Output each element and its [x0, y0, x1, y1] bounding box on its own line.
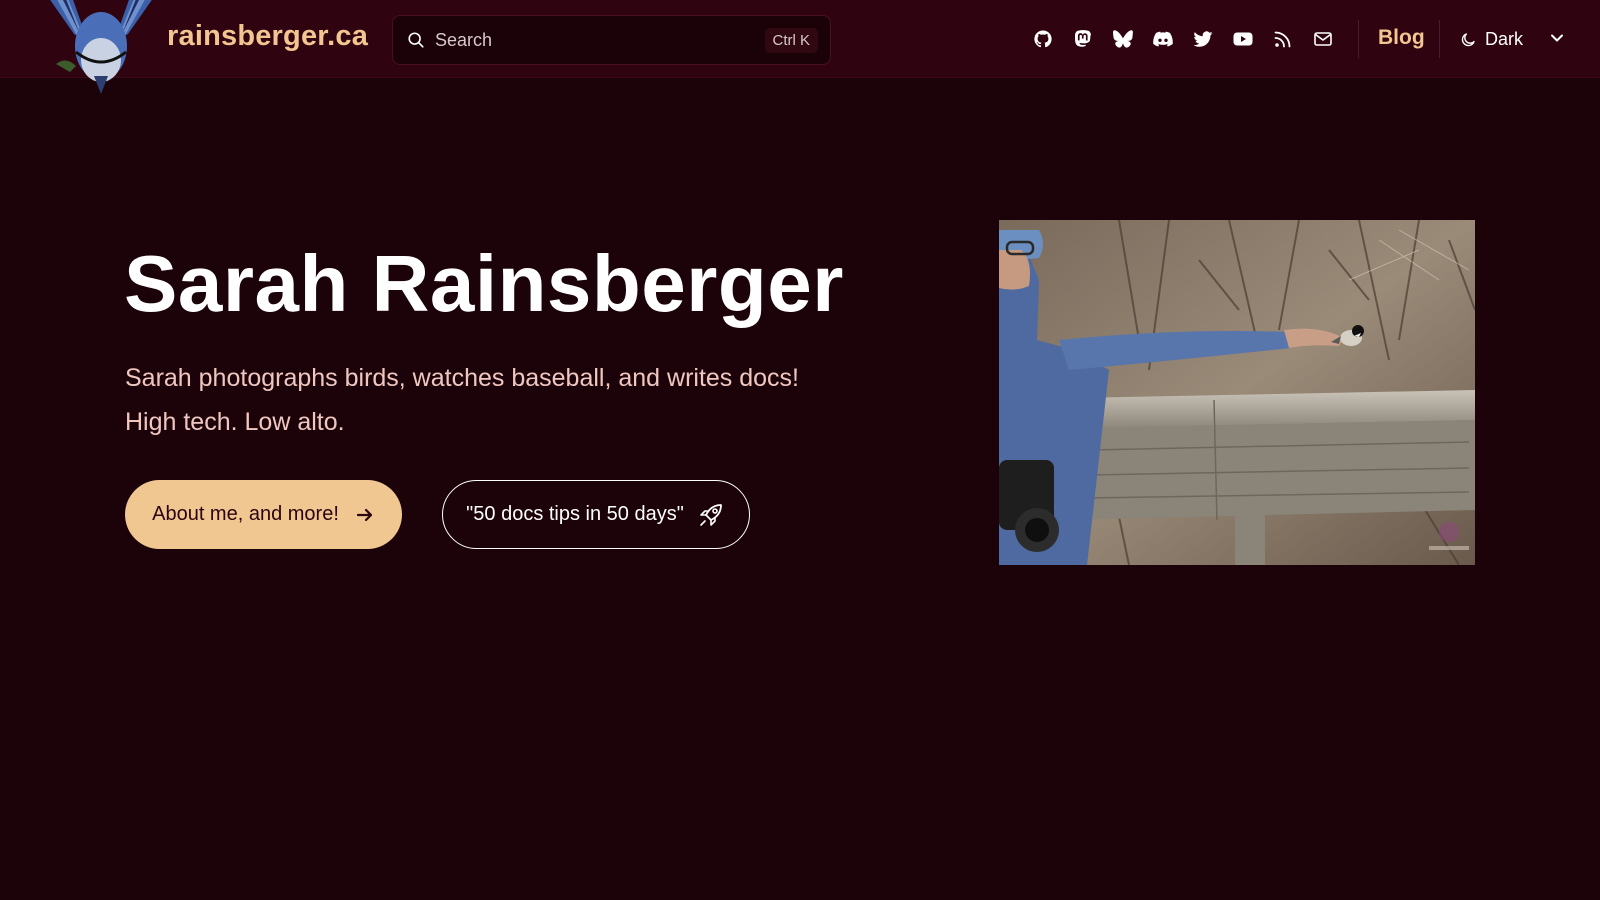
github-icon[interactable]	[1033, 29, 1053, 49]
social-links	[1033, 24, 1333, 54]
page-title: Sarah Rainsberger	[124, 239, 844, 328]
blog-link[interactable]: Blog	[1378, 26, 1425, 50]
twitter-icon[interactable]	[1193, 29, 1213, 49]
theme-select[interactable]: Dark	[1460, 26, 1523, 52]
search-icon	[408, 32, 424, 48]
theme-label: Dark	[1485, 28, 1524, 49]
blue-jay-logo[interactable]	[36, 0, 166, 98]
bluesky-icon[interactable]	[1113, 29, 1133, 49]
search-shortcut-badge: Ctrl K	[764, 27, 818, 53]
top-navbar: rainsberger.ca Search Ctrl K Blog Dark	[0, 0, 1600, 94]
youtube-icon[interactable]	[1233, 29, 1253, 49]
tagline-line-2: High tech. Low alto.	[125, 408, 345, 436]
tagline-line-1: Sarah photographs birds, watches basebal…	[125, 364, 799, 392]
about-me-button-label: About me, and more!	[152, 503, 339, 525]
chevron-down-icon[interactable]	[1549, 30, 1565, 46]
nav-divider	[1439, 20, 1440, 58]
site-title[interactable]: rainsberger.ca	[167, 20, 368, 53]
rocket-icon	[700, 503, 722, 526]
search-bar[interactable]: Search Ctrl K	[392, 15, 831, 65]
hero-photo	[999, 220, 1475, 565]
mastodon-icon[interactable]	[1073, 29, 1093, 49]
arrow-right-icon	[356, 508, 372, 521]
discord-icon[interactable]	[1153, 29, 1173, 49]
about-me-button[interactable]: About me, and more!	[125, 480, 402, 549]
docs-tips-button-label: "50 docs tips in 50 days"	[466, 503, 684, 525]
rss-icon[interactable]	[1273, 29, 1293, 49]
nav-divider	[1358, 20, 1359, 58]
search-placeholder: Search	[435, 29, 493, 50]
email-icon[interactable]	[1313, 29, 1333, 49]
tagline: Sarah photographs birds, watches basebal…	[125, 356, 799, 444]
moon-icon	[1461, 32, 1475, 46]
docs-tips-button[interactable]: "50 docs tips in 50 days"	[442, 480, 750, 549]
